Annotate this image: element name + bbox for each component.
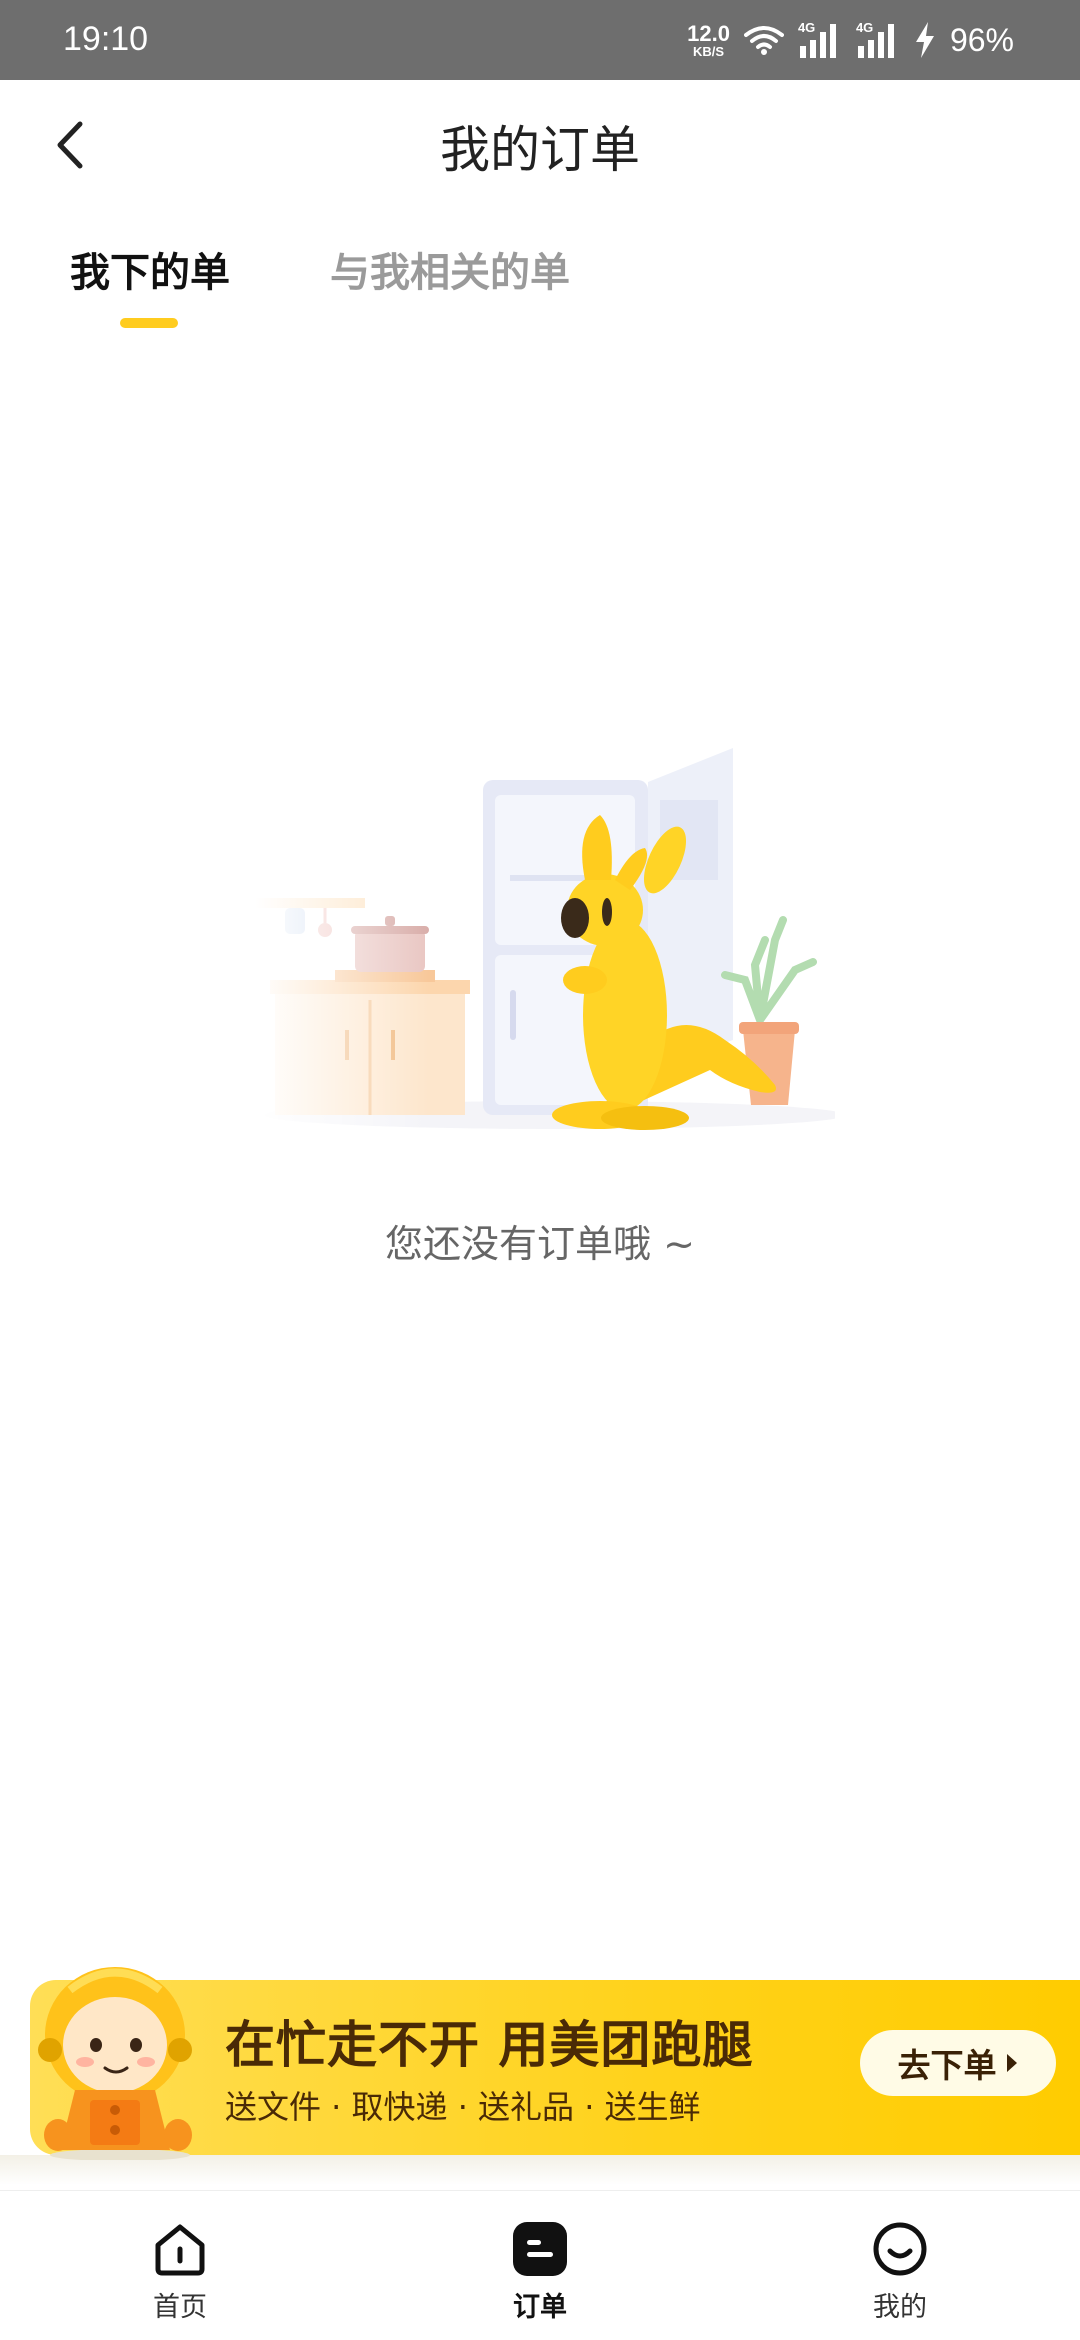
kangaroo-kitchen-illustration xyxy=(255,740,835,1160)
home-icon xyxy=(155,2224,205,2276)
bottom-nav: 首页 订单 我的 xyxy=(0,2190,1080,2340)
signal-1: 4G xyxy=(798,20,842,60)
play-triangle-icon xyxy=(1006,2054,1017,2072)
signal-2: 4G xyxy=(856,20,900,60)
network-speed: 12.0 KB/S xyxy=(687,20,730,59)
nav-label-home: 首页 xyxy=(153,2292,207,2323)
nav-item-profile[interactable]: 我的 xyxy=(800,2191,1000,2340)
status-time: 19:10 xyxy=(63,20,149,58)
wifi-icon xyxy=(743,26,784,55)
nav-label-orders: 订单 xyxy=(513,2292,567,2323)
page-header: 我的订单 xyxy=(0,80,1080,210)
order-tabs: 我下的单 与我相关的单 xyxy=(0,230,1080,340)
page-title: 我的订单 xyxy=(440,121,640,179)
tab-related-orders[interactable]: 与我相关的单 xyxy=(330,240,570,298)
go-order-button-label: 去下单 xyxy=(897,2046,997,2085)
charging-icon xyxy=(915,22,934,58)
go-order-button[interactable]: 去下单 xyxy=(860,2030,1056,2096)
tab-my-orders[interactable]: 我下的单 xyxy=(70,240,230,298)
network-speed-value: 12.0 xyxy=(687,20,730,46)
active-tab-indicator xyxy=(120,318,178,328)
delivery-mascot-icon xyxy=(38,1967,192,2160)
signal-bars-icon xyxy=(857,24,894,58)
battery-level: 96% xyxy=(949,21,1014,58)
status-bar: 19:10 12.0 KB/S 4G 4G 96% xyxy=(0,0,1080,80)
signal-bars-icon xyxy=(799,24,836,58)
network-speed-unit: KB/S xyxy=(693,43,725,59)
promo-subtitle: 送文件 · 取快递 · 送礼品 · 送生鲜 xyxy=(225,2088,701,2126)
nav-item-orders[interactable]: 订单 xyxy=(440,2191,640,2340)
nav-item-home[interactable]: 首页 xyxy=(80,2191,280,2340)
order-icon xyxy=(513,2222,567,2276)
status-icons: 12.0 KB/S 4G 4G 96% xyxy=(687,18,1014,62)
empty-state-message: 您还没有订单哦 ~ xyxy=(385,1222,695,1266)
nav-label-profile: 我的 xyxy=(873,2292,927,2323)
promo-banner[interactable]: 在忙走不开 用美团跑腿 送文件 · 取快递 · 送礼品 · 送生鲜 去下单 xyxy=(0,1960,1080,2185)
promo-title: 在忙走不开 用美团跑腿 xyxy=(225,2016,754,2074)
profile-icon xyxy=(873,2222,927,2276)
